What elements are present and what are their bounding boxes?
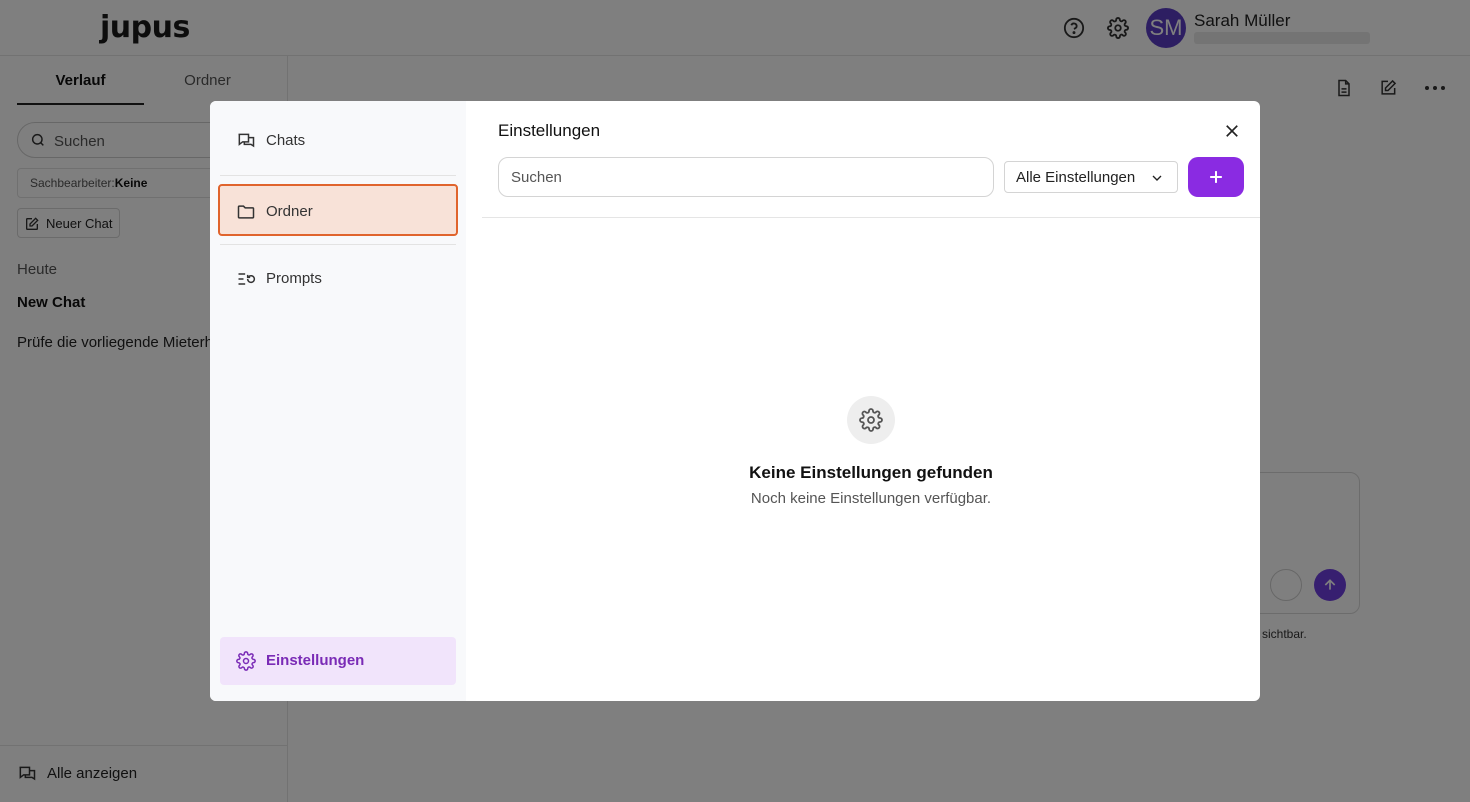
- modal-title: Einstellungen: [498, 121, 601, 140]
- modal-nav-chats[interactable]: Chats: [220, 117, 456, 165]
- app-root: jupus SM Sarah Müller Verlauf Ordner Suc…: [0, 0, 1470, 802]
- modal-nav-prompts[interactable]: Prompts: [220, 255, 456, 303]
- settings-modal: Chats Ordner Prompts Einstellungen Einst…: [210, 101, 1260, 701]
- empty-state-gear-icon: [847, 396, 895, 444]
- plus-icon: [1210, 171, 1222, 183]
- empty-state-subtitle: Noch keine Einstellungen verfügbar.: [750, 490, 992, 507]
- chats-icon: [236, 131, 256, 156]
- settings-filter-dropdown[interactable]: Alle Einstellungen: [1004, 161, 1178, 193]
- folder-icon: [236, 202, 256, 227]
- modal-nav-prompts-label: Prompts: [266, 270, 322, 287]
- close-icon: [1226, 125, 1238, 137]
- modal-nav-folders[interactable]: Ordner: [218, 184, 458, 236]
- settings-search-input[interactable]: [498, 157, 994, 197]
- modal-nav-settings[interactable]: Einstellungen: [220, 637, 456, 685]
- add-setting-button[interactable]: [1188, 157, 1244, 197]
- gear-icon: [236, 651, 256, 676]
- modal-nav-chats-label: Chats: [266, 132, 306, 149]
- divider: [220, 175, 456, 176]
- prompts-icon: [236, 269, 256, 294]
- settings-filter-selected: Alle Einstellungen: [1016, 169, 1136, 186]
- modal-sidebar: Chats Ordner Prompts Einstellungen: [210, 101, 466, 701]
- chevron-down-icon: [1149, 170, 1165, 191]
- divider: [220, 244, 456, 245]
- empty-state-title: Keine Einstellungen gefunden: [749, 463, 993, 482]
- modal-nav-folders-label: Ordner: [266, 203, 313, 220]
- divider: [482, 217, 1260, 218]
- close-button[interactable]: [1220, 119, 1244, 143]
- modal-nav-settings-label: Einstellungen: [266, 652, 365, 669]
